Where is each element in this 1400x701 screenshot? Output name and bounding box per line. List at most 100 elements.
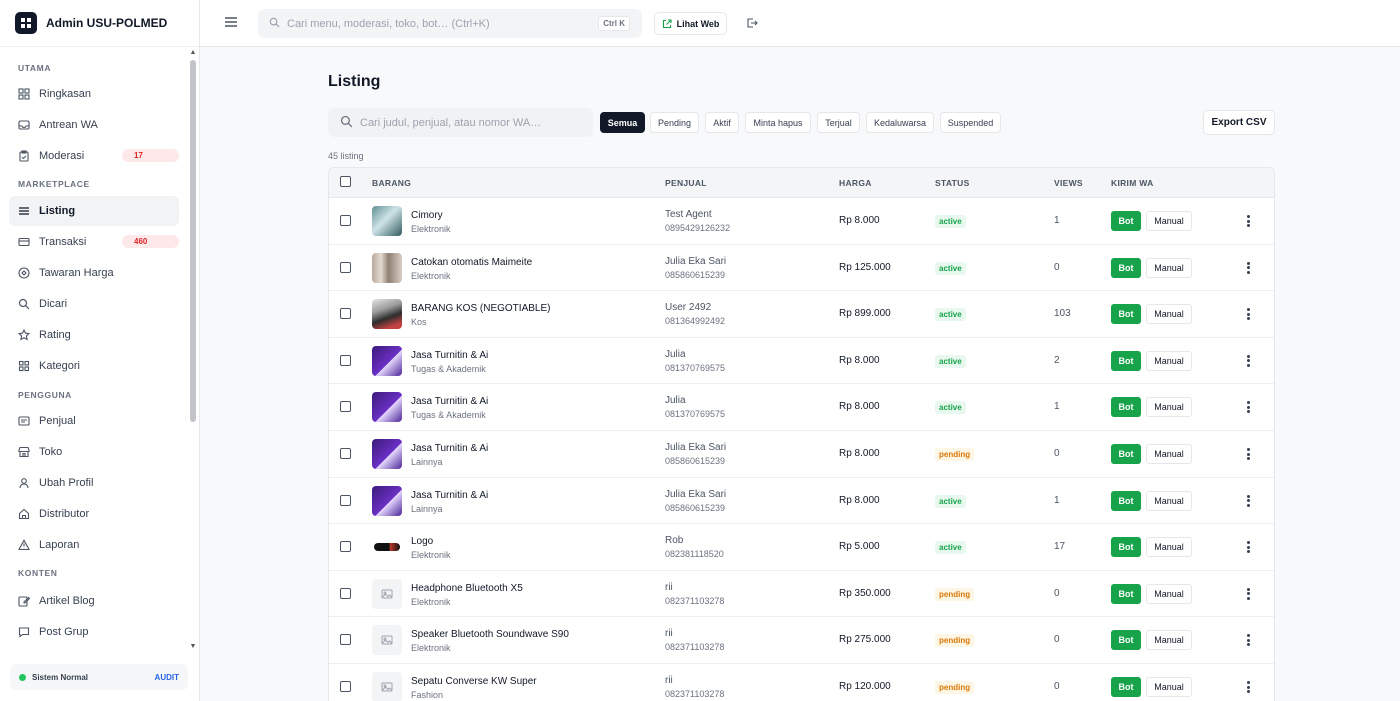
view-web-button[interactable]: Lihat Web <box>654 12 727 35</box>
more-actions-icon[interactable] <box>1243 586 1253 602</box>
send-manual-button[interactable]: Manual <box>1146 304 1192 325</box>
listing-search-input[interactable]: Cari judul, penjual, atau nomor WA… <box>328 108 593 137</box>
more-actions-icon[interactable] <box>1243 632 1253 648</box>
global-search-input[interactable]: Cari menu, moderasi, toko, bot… (Ctrl+K)… <box>258 9 642 38</box>
send-bot-button[interactable]: Bot <box>1111 537 1141 558</box>
table-row[interactable]: Logo Elektronik Rob 082381118520 Rp 5.000 act… <box>329 524 1274 571</box>
row-checkbox[interactable] <box>340 261 351 273</box>
table-row[interactable]: Jasa Turnitin & Ai Lainnya Julia Eka Sari 0… <box>329 431 1274 478</box>
row-checkbox[interactable] <box>340 308 351 320</box>
send-bot-button[interactable]: Bot <box>1111 583 1141 604</box>
sidebar-item-artikel-blog[interactable]: Artikel Blog <box>9 586 179 616</box>
table-row[interactable]: Jasa Turnitin & Ai Tugas & Akademik Julia 0… <box>329 384 1274 431</box>
send-bot-button[interactable]: Bot <box>1111 350 1141 371</box>
row-checkbox[interactable] <box>340 215 351 226</box>
scroll-down-icon[interactable]: ▼ <box>189 643 197 650</box>
send-manual-button[interactable]: Manual <box>1146 583 1192 604</box>
filter-minta-hapus[interactable]: Minta hapus <box>745 112 811 133</box>
row-checkbox[interactable] <box>340 401 351 413</box>
send-bot-button[interactable]: Bot <box>1111 304 1141 325</box>
send-manual-button[interactable]: Manual <box>1146 350 1192 371</box>
row-checkbox[interactable] <box>340 448 351 459</box>
send-bot-button[interactable]: Bot <box>1111 397 1141 418</box>
more-actions-icon[interactable] <box>1243 353 1253 369</box>
filter-suspended[interactable]: Suspended <box>940 112 1001 133</box>
table-row[interactable]: Jasa Turnitin & Ai Tugas & Akademik Julia 0… <box>329 338 1274 385</box>
sidebar-item-listing[interactable]: Listing <box>9 196 179 226</box>
more-actions-icon[interactable] <box>1243 260 1253 276</box>
sidebar-item-post-grup[interactable]: Post Grup <box>9 617 179 647</box>
row-checkbox[interactable] <box>340 681 351 692</box>
sidebar-item-dicari[interactable]: Dicari <box>9 289 179 319</box>
more-actions-icon[interactable] <box>1243 679 1253 695</box>
send-manual-button[interactable]: Manual <box>1146 537 1192 558</box>
sidebar-item-toko[interactable]: Toko <box>9 437 179 467</box>
export-csv-button[interactable]: Export CSV <box>1203 110 1275 135</box>
table-row[interactable]: Speaker Bluetooth Soundwave S90 Elektroni… <box>329 617 1274 664</box>
more-actions-icon[interactable] <box>1243 539 1253 555</box>
table-row[interactable]: Catokan otomatis Maimeite Elektronik Julia… <box>329 245 1274 292</box>
send-bot-button[interactable]: Bot <box>1111 211 1141 231</box>
listing-title[interactable]: Jasa Turnitin & Ai <box>411 350 488 361</box>
send-manual-button[interactable]: Manual <box>1146 677 1192 697</box>
send-manual-button[interactable]: Manual <box>1146 257 1192 278</box>
send-manual-button[interactable]: Manual <box>1146 490 1192 511</box>
sidebar-scrollbar[interactable] <box>190 60 196 422</box>
logout-icon[interactable] <box>746 17 758 29</box>
filter-terjual[interactable]: Terjual <box>817 112 860 133</box>
sidebar-item-moderasi[interactable]: Moderasi 17 <box>9 141 179 171</box>
listing-title[interactable]: Headphone Bluetooth X5 <box>411 583 523 594</box>
table-row[interactable]: Cimory Elektronik Test Agent 0895429126232 R… <box>329 198 1274 245</box>
sidebar-item-distributor[interactable]: Distributor <box>9 499 179 529</box>
brand[interactable]: Admin USU-POLMED <box>0 0 199 47</box>
sidebar-item-antrean-wa[interactable]: Antrean WA <box>9 110 179 140</box>
table-row[interactable]: Headphone Bluetooth X5 Elektronik rii 08237… <box>329 571 1274 618</box>
more-actions-icon[interactable] <box>1243 493 1253 509</box>
sidebar-item-penjual[interactable]: Penjual <box>9 406 179 436</box>
listing-title[interactable]: Catokan otomatis Maimeite <box>411 257 532 268</box>
send-bot-button[interactable]: Bot <box>1111 257 1141 278</box>
send-bot-button[interactable]: Bot <box>1111 677 1141 697</box>
filter-pending[interactable]: Pending <box>650 112 699 133</box>
more-actions-icon[interactable] <box>1243 306 1253 322</box>
listing-title[interactable]: Jasa Turnitin & Ai <box>411 443 488 454</box>
listing-title[interactable]: Sepatu Converse KW Super <box>411 676 537 687</box>
more-actions-icon[interactable] <box>1243 213 1253 229</box>
listing-title[interactable]: Jasa Turnitin & Ai <box>411 490 488 501</box>
sidebar-item-kategori[interactable]: Kategori <box>9 351 179 381</box>
select-all-checkbox[interactable] <box>340 176 351 187</box>
filter-aktif[interactable]: Aktif <box>705 112 739 133</box>
listing-title[interactable]: Logo <box>411 536 433 547</box>
table-row[interactable]: BARANG KOS (NEGOTIABLE) Kos User 2492 08136… <box>329 291 1274 338</box>
menu-toggle-icon[interactable] <box>224 15 238 29</box>
sidebar-item-laporan[interactable]: Laporan <box>9 530 179 560</box>
sidebar-item-transaksi[interactable]: Transaksi 460 <box>9 227 179 257</box>
listing-title[interactable]: Jasa Turnitin & Ai <box>411 396 488 407</box>
table-row[interactable]: Jasa Turnitin & Ai Lainnya Julia Eka Sari 0… <box>329 478 1274 525</box>
row-checkbox[interactable] <box>340 541 351 553</box>
sidebar-item-rating[interactable]: Rating <box>9 320 179 350</box>
row-checkbox[interactable] <box>340 634 351 646</box>
row-checkbox[interactable] <box>340 494 351 506</box>
scroll-up-icon[interactable]: ▲ <box>189 49 197 56</box>
send-manual-button[interactable]: Manual <box>1146 444 1192 464</box>
sidebar-item-tawaran-harga[interactable]: Tawaran Harga <box>9 258 179 288</box>
filter-kedaluwarsa[interactable]: Kedaluwarsa <box>866 112 934 133</box>
more-actions-icon[interactable] <box>1243 446 1253 462</box>
audit-link[interactable]: AUDIT <box>155 673 179 682</box>
listing-title[interactable]: Speaker Bluetooth Soundwave S90 <box>411 629 569 640</box>
send-bot-button[interactable]: Bot <box>1111 490 1141 511</box>
listing-title[interactable]: BARANG KOS (NEGOTIABLE) <box>411 303 550 314</box>
sidebar-item-ubah-profil[interactable]: Ubah Profil <box>9 468 179 498</box>
send-manual-button[interactable]: Manual <box>1146 630 1192 651</box>
table-row[interactable]: Sepatu Converse KW Super Fashion rii 082371… <box>329 664 1274 701</box>
more-actions-icon[interactable] <box>1243 399 1253 415</box>
send-manual-button[interactable]: Manual <box>1146 211 1192 231</box>
row-checkbox[interactable] <box>340 587 351 599</box>
filter-semua[interactable]: Semua <box>600 112 645 133</box>
sidebar-item-ringkasan[interactable]: Ringkasan <box>9 79 179 109</box>
row-checkbox[interactable] <box>340 354 351 366</box>
listing-title[interactable]: Cimory <box>411 210 443 221</box>
send-bot-button[interactable]: Bot <box>1111 444 1141 464</box>
send-manual-button[interactable]: Manual <box>1146 397 1192 418</box>
